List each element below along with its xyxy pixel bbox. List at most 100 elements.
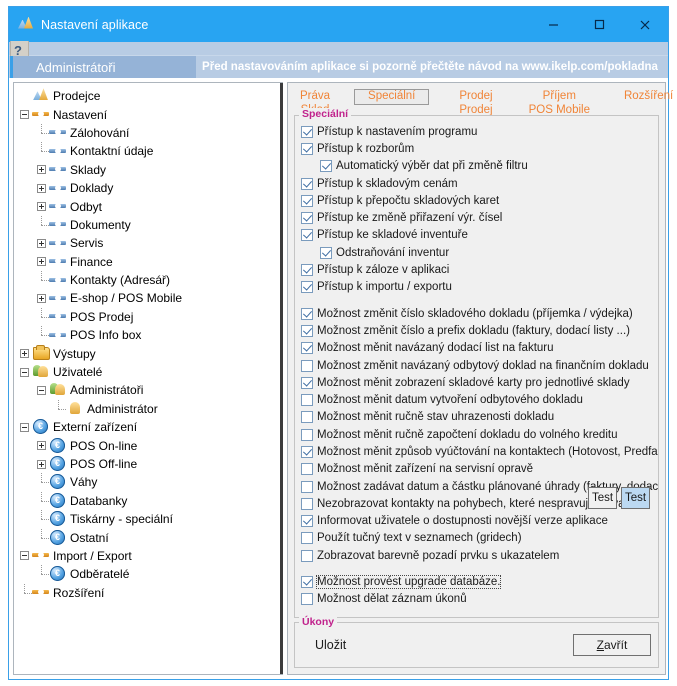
- close-button[interactable]: [622, 7, 668, 42]
- option-row[interactable]: Přístup k importu / exportu: [301, 279, 658, 296]
- option-row[interactable]: Přístup k přepočtu skladových karet: [301, 192, 658, 209]
- test-button-1[interactable]: Test: [588, 487, 617, 509]
- tree-item[interactable]: Prodejce: [20, 87, 283, 105]
- tree-item[interactable]: Nastavení: [20, 105, 283, 123]
- option-row[interactable]: Přístup k rozborům: [301, 140, 658, 157]
- checkbox[interactable]: [301, 178, 313, 190]
- checkbox[interactable]: [301, 446, 313, 458]
- checkbox[interactable]: [301, 481, 313, 493]
- tree-item[interactable]: €Odběratelé: [20, 565, 283, 583]
- collapse-icon[interactable]: [20, 551, 29, 560]
- tree-item[interactable]: Doklady: [20, 179, 283, 197]
- checkbox[interactable]: [301, 515, 313, 527]
- option-row[interactable]: Informovat uživatele o dostupnosti nověj…: [301, 513, 658, 530]
- option-row[interactable]: Automatický výběr dat při změně filtru: [301, 158, 658, 175]
- tab-roz-en-[interactable]: Rozšíření: [618, 89, 677, 105]
- option-row[interactable]: Možnost měnit navázaný dodací list na fa…: [301, 340, 658, 357]
- tree-item[interactable]: Servis: [20, 234, 283, 252]
- checkbox[interactable]: [301, 308, 313, 320]
- option-row[interactable]: Přístup k nastavením programu: [301, 123, 658, 140]
- tree-item[interactable]: Odbyt: [20, 197, 283, 215]
- tree-item[interactable]: Uživatelé: [20, 363, 283, 381]
- tab-prodej[interactable]: ProdejProdej: [453, 89, 498, 118]
- option-row[interactable]: Přístup ke skladové inventuře: [301, 227, 658, 244]
- checkbox[interactable]: [301, 463, 313, 475]
- checkbox[interactable]: [320, 160, 332, 172]
- option-row[interactable]: Přístup k záloze v aplikaci: [301, 261, 658, 278]
- tab-speci-ln-[interactable]: Speciální: [354, 89, 429, 105]
- tree-item[interactable]: Administrátoři: [20, 381, 283, 399]
- option-row[interactable]: Možnost změnit navázaný odbytový doklad …: [301, 357, 658, 374]
- option-row[interactable]: Možnost měnit datum vytvoření odbytového…: [301, 391, 658, 408]
- close-dialog-button[interactable]: Zavřít: [573, 634, 651, 656]
- checkbox[interactable]: [301, 411, 313, 423]
- checkbox[interactable]: [320, 247, 332, 259]
- tree-item[interactable]: €POS On-line: [20, 436, 283, 454]
- tree-item[interactable]: POS Prodej: [20, 308, 283, 326]
- checkbox[interactable]: [301, 229, 313, 241]
- tree-scrollbar[interactable]: [280, 83, 283, 674]
- tree-item[interactable]: Import / Export: [20, 547, 283, 565]
- option-row[interactable]: Zobrazovat barevně pozadí prvku s ukazat…: [301, 547, 658, 564]
- minimize-button[interactable]: [530, 7, 576, 42]
- tree-item[interactable]: Administrátor: [20, 400, 283, 418]
- tree-item[interactable]: Zálohování: [20, 124, 283, 142]
- expand-icon[interactable]: [37, 202, 46, 211]
- checkbox[interactable]: [301, 325, 313, 337]
- tree-item[interactable]: Dokumenty: [20, 216, 283, 234]
- option-row[interactable]: Přístup ke změně přiřazení výr. čísel: [301, 209, 658, 226]
- tree-item[interactable]: Výstupy: [20, 344, 283, 362]
- expand-icon[interactable]: [37, 257, 46, 266]
- tree-item[interactable]: Kontakty (Adresář): [20, 271, 283, 289]
- checkbox[interactable]: [301, 593, 313, 605]
- checkbox[interactable]: [301, 498, 313, 510]
- option-row[interactable]: Možnost dělat záznam úkonů: [301, 591, 658, 608]
- tree-item[interactable]: €Tiskárny - speciální: [20, 510, 283, 528]
- option-row[interactable]: Možnost změnit číslo a prefix dokladu (f…: [301, 322, 658, 339]
- navigation-tree[interactable]: ProdejceNastaveníZálohováníKontaktní úda…: [13, 82, 283, 675]
- checkbox[interactable]: [301, 394, 313, 406]
- expand-icon[interactable]: [37, 239, 46, 248]
- expand-icon[interactable]: [37, 441, 46, 450]
- option-row[interactable]: Možnost změnit číslo skladového dokladu …: [301, 305, 658, 322]
- tree-item[interactable]: Sklady: [20, 161, 283, 179]
- option-row[interactable]: Přístup k skladovým cenám: [301, 175, 658, 192]
- expand-icon[interactable]: [37, 165, 46, 174]
- checkbox[interactable]: [301, 281, 313, 293]
- option-row[interactable]: Možnost měnit zobrazení skladové karty p…: [301, 374, 658, 391]
- checkbox[interactable]: [301, 264, 313, 276]
- checkbox[interactable]: [301, 212, 313, 224]
- checkbox[interactable]: [301, 360, 313, 372]
- option-row[interactable]: Možnost měnit zařízení na servisní oprav…: [301, 461, 658, 478]
- checkbox[interactable]: [301, 195, 313, 207]
- checkbox[interactable]: [301, 143, 313, 155]
- expand-icon[interactable]: [37, 460, 46, 469]
- checkbox[interactable]: [301, 576, 313, 588]
- checkbox[interactable]: [301, 126, 313, 138]
- tab-p-jem[interactable]: PříjemPOS Mobile: [523, 89, 596, 118]
- option-row[interactable]: Možnost měnit způsob vyúčtování na konta…: [301, 443, 658, 460]
- checkbox[interactable]: [301, 342, 313, 354]
- tree-item[interactable]: Rozšíření: [20, 584, 283, 602]
- tree-item[interactable]: Kontaktní údaje: [20, 142, 283, 160]
- option-row[interactable]: Možnost provést upgrade databáze.: [301, 573, 658, 590]
- tree-item[interactable]: E-shop / POS Mobile: [20, 289, 283, 307]
- tree-item[interactable]: €Ostatní: [20, 528, 283, 546]
- checkbox[interactable]: [301, 429, 313, 441]
- save-label[interactable]: Uložit: [315, 638, 346, 652]
- tree-item[interactable]: Finance: [20, 253, 283, 271]
- maximize-button[interactable]: [576, 7, 622, 42]
- tree-item[interactable]: POS Info box: [20, 326, 283, 344]
- collapse-icon[interactable]: [20, 423, 29, 432]
- tree-item[interactable]: €Váhy: [20, 473, 283, 491]
- option-row[interactable]: Použít tučný text v seznamech (gridech): [301, 530, 658, 547]
- expand-icon[interactable]: [37, 184, 46, 193]
- expand-icon[interactable]: [37, 294, 46, 303]
- option-row[interactable]: Odstraňování inventur: [301, 244, 658, 261]
- checkbox[interactable]: [301, 532, 313, 544]
- option-row[interactable]: Možnost měnit ručně stav uhrazenosti dok…: [301, 409, 658, 426]
- option-row[interactable]: Možnost měnit ručně započtení dokladu do…: [301, 426, 658, 443]
- checkbox[interactable]: [301, 377, 313, 389]
- collapse-icon[interactable]: [20, 110, 29, 119]
- expand-icon[interactable]: [20, 349, 29, 358]
